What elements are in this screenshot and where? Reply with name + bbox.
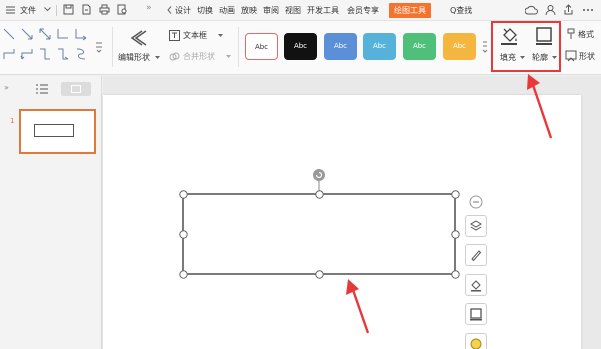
- layers-icon: [470, 220, 482, 231]
- resize-handle[interactable]: [179, 230, 188, 239]
- resize-handle[interactable]: [315, 270, 324, 279]
- line-style-button[interactable]: [465, 244, 487, 266]
- effect-icon: [470, 338, 482, 349]
- resize-handle[interactable]: [315, 190, 324, 199]
- resize-handle[interactable]: [179, 270, 188, 279]
- collapse-toolbar-icon[interactable]: [469, 195, 483, 209]
- pen-icon: [471, 250, 482, 262]
- resize-handle[interactable]: [179, 190, 188, 199]
- outline-icon: [470, 308, 482, 321]
- layers-button[interactable]: [465, 215, 487, 237]
- annotation-arrow-icon: [527, 74, 553, 139]
- annotation-arrow-icon: [346, 279, 370, 334]
- selected-rectangle-shape[interactable]: [0, 0, 601, 349]
- rotate-handle-icon[interactable]: [312, 168, 326, 182]
- resize-handle[interactable]: [451, 270, 460, 279]
- fill-bucket-icon: [471, 280, 481, 292]
- quick-effect-button[interactable]: [465, 333, 487, 349]
- quick-outline-button[interactable]: [465, 303, 487, 325]
- resize-handle[interactable]: [451, 190, 460, 199]
- resize-handle[interactable]: [451, 230, 460, 239]
- quick-fill-button[interactable]: [465, 274, 487, 296]
